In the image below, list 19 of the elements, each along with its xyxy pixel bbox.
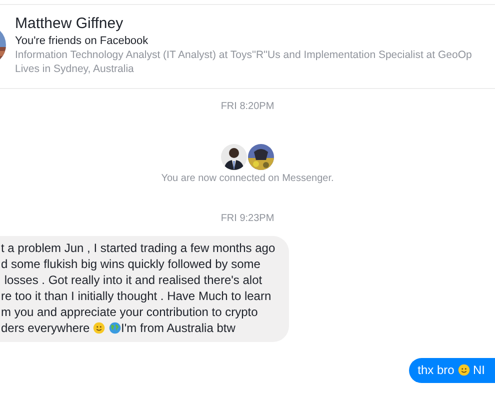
message-text: re too it than I initially thought . Have Much to learn bbox=[1, 288, 272, 304]
timestamp: FRI 8:20PM bbox=[220, 101, 274, 113]
contact-name: Matthew Giffney bbox=[15, 15, 124, 33]
message-text: I'm from Australia btw bbox=[121, 320, 236, 336]
message-text: t a problem Jun , I started trading a few months ago bbox=[1, 240, 276, 256]
smiley-icon bbox=[93, 322, 106, 334]
message-text: NI bbox=[472, 362, 485, 378]
globe-icon bbox=[109, 322, 122, 334]
message-text: d some flukish big wins quickly followed by some bbox=[1, 256, 260, 272]
message-text: losses . Got really into it and realised there's alot bbox=[3, 272, 262, 288]
message-text: m you and appreciate your contribution to crypto bbox=[1, 304, 258, 320]
friendship-status: You're friends on Facebook bbox=[15, 34, 150, 48]
message-text: ders everywhere bbox=[1, 320, 91, 336]
location-info: Lives in Sydney, Australia bbox=[15, 62, 135, 76]
smiley-icon bbox=[458, 364, 470, 376]
connection-notice: You are now connected on Messenger. bbox=[161, 173, 334, 185]
message-text: thx bro bbox=[418, 362, 456, 378]
work-info: Information Technology Analyst (IT Analyst) at Toys''R''Us and Implementation Specialist at GeoOp bbox=[15, 48, 472, 62]
timestamp: FRI 9:23PM bbox=[220, 213, 274, 225]
